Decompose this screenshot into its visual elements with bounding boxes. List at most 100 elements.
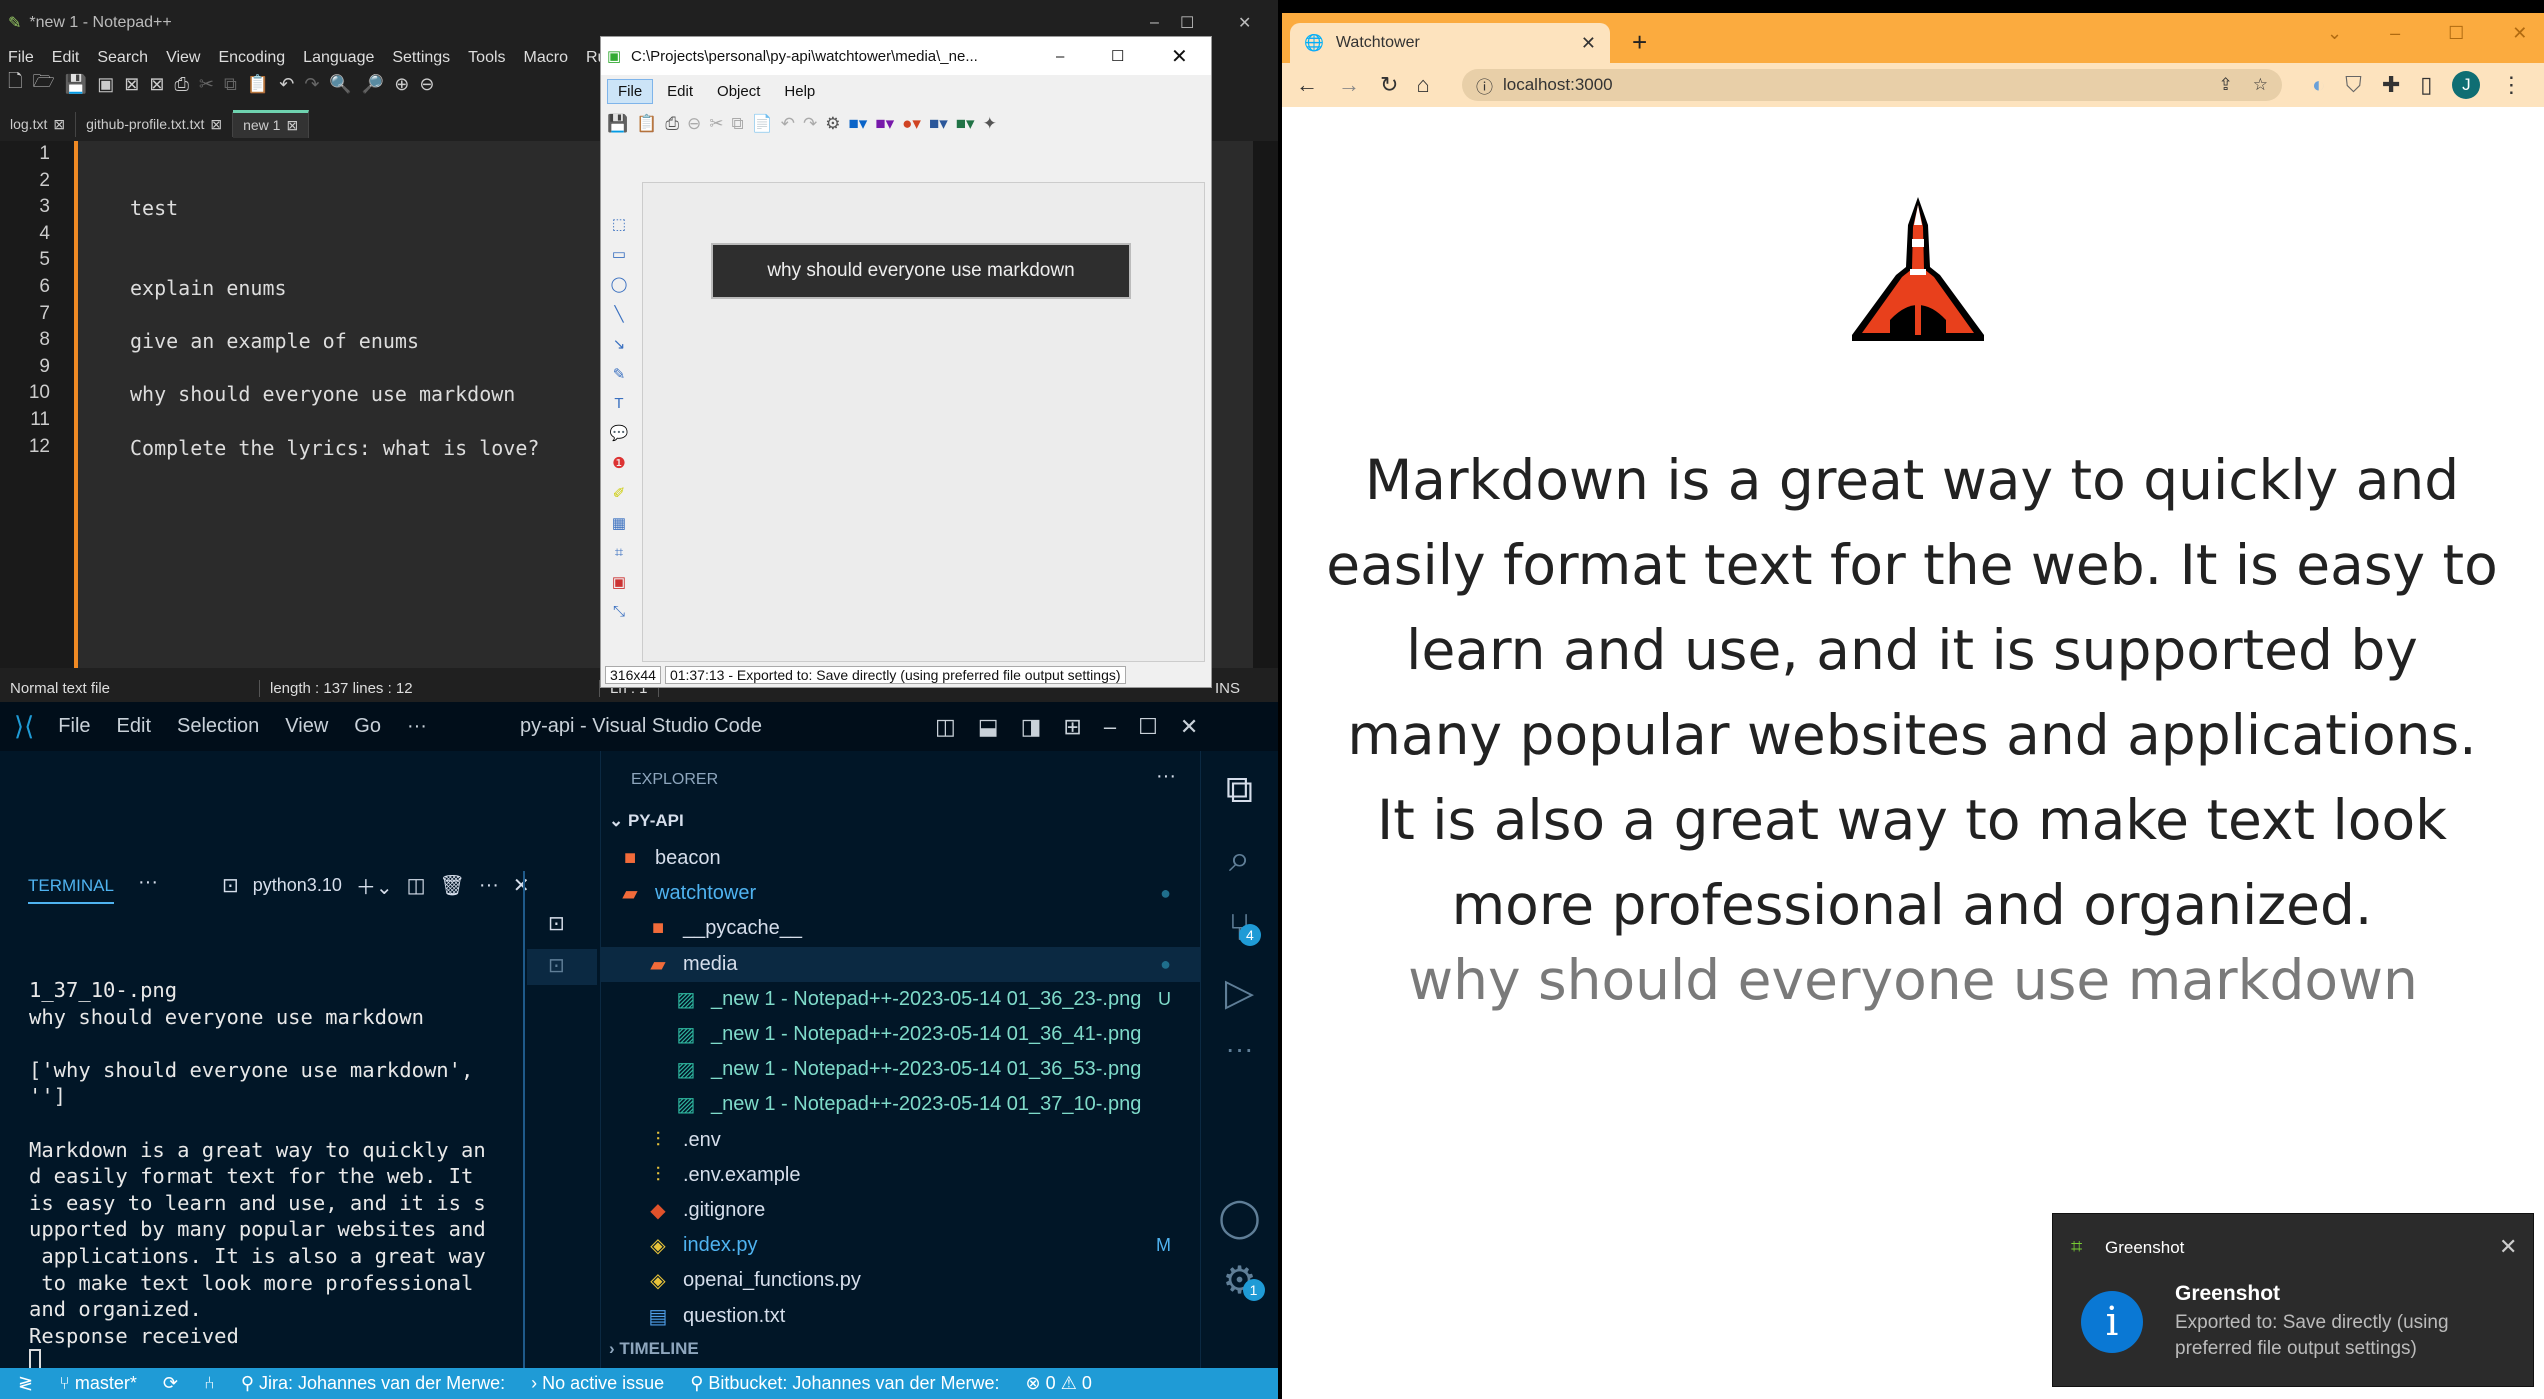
close-button[interactable]: ✕	[1238, 13, 1251, 33]
close-button[interactable]: ✕	[2512, 23, 2527, 44]
minimize-button[interactable]: –	[1104, 714, 1116, 740]
freehand-tool-icon[interactable]: ✎	[613, 365, 626, 383]
print-icon[interactable]: ⎙	[174, 74, 188, 95]
find-icon[interactable]: 🔍	[329, 74, 351, 95]
cut-icon[interactable]: ✂	[199, 74, 214, 95]
tree-item[interactable]: ▨ _new 1 - Notepad++-2023-05-14 01_36_41-…	[601, 1017, 1201, 1052]
reload-icon[interactable]: ↻	[1380, 72, 1398, 98]
paste-icon[interactable]: 📄	[752, 114, 773, 134]
print-icon[interactable]: ⎙	[665, 114, 679, 134]
terminal-more-icon[interactable]: ···	[479, 874, 499, 897]
excel-icon[interactable]: ■▾	[956, 114, 975, 134]
address-bar[interactable]: ⓘ localhost:3000 ⇪ ☆	[1462, 69, 2282, 101]
home-icon[interactable]: ⌂	[1416, 72, 1429, 98]
shield-extension-icon[interactable]: ⛉	[2345, 72, 2362, 98]
tree-item[interactable]: ▨ _new 1 - Notepad++-2023-05-14 01_36_53-…	[601, 1052, 1201, 1087]
powerpoint-icon[interactable]: ●▾	[902, 114, 921, 134]
tree-item[interactable]: ⫶ .env.example	[601, 1158, 1201, 1193]
close-tab-icon[interactable]: ⊠	[53, 116, 65, 132]
problems-item[interactable]: ⊗ 0 ⚠ 0	[1026, 1373, 1092, 1394]
minimize-button[interactable]: –	[1150, 14, 1159, 32]
source-control-icon[interactable]: ⑂ 4	[1228, 907, 1261, 950]
arrow-tool-icon[interactable]: ↘	[613, 335, 626, 353]
menu-file[interactable]: File	[8, 49, 34, 67]
issue-item[interactable]: › No active issue	[531, 1373, 664, 1394]
tree-item[interactable]: ◈ openai_functions.py	[601, 1263, 1201, 1298]
terminal-instance-icon[interactable]: ⊡	[548, 911, 565, 936]
bookmark-star-icon[interactable]: ☆	[2253, 75, 2268, 95]
undo-icon[interactable]: ↶	[781, 114, 795, 134]
menu-edit[interactable]: Edit	[52, 49, 80, 67]
explorer-icon[interactable]: ⧉	[1226, 769, 1253, 812]
highlight-tool-icon[interactable]: ✐	[613, 484, 626, 502]
timeline-section[interactable]: › TIMELINE	[609, 1339, 699, 1359]
menu-search[interactable]: Search	[97, 49, 148, 67]
redo-icon[interactable]: ↷	[304, 74, 319, 95]
close-button[interactable]: ✕	[1180, 714, 1198, 740]
jira-item[interactable]: ⚲ Jira: Johannes van der Merwe:	[241, 1373, 505, 1394]
extension-icon[interactable]: ◐	[2312, 72, 2325, 98]
tree-item[interactable]: ▤ question.txt	[601, 1299, 1201, 1334]
back-icon[interactable]: ←	[1296, 72, 1318, 98]
replace-icon[interactable]: 🔎	[362, 74, 384, 95]
search-icon[interactable]: ⌕	[1229, 838, 1250, 881]
menu-encoding[interactable]: Encoding	[218, 49, 285, 67]
ellipse-tool-icon[interactable]: ◯	[611, 275, 628, 293]
bitbucket-item[interactable]: ⚲ Bitbucket: Johannes van der Merwe:	[690, 1373, 999, 1394]
captured-image[interactable]: why should everyone use markdown	[711, 243, 1131, 299]
tree-item[interactable]: ⫶ .env	[601, 1123, 1201, 1158]
menu-item[interactable]: View	[285, 715, 328, 738]
close-tab-icon[interactable]: ⊠	[286, 117, 298, 133]
toggle-panel-icon[interactable]: ⬓	[978, 714, 999, 740]
explorer-more-icon[interactable]: ···	[1156, 765, 1176, 788]
share-icon[interactable]: ⇪	[2219, 75, 2233, 95]
minimize-button[interactable]: –	[1056, 48, 1064, 65]
toggle-sidebar-icon[interactable]: ◫	[935, 714, 956, 740]
zoom-in-icon[interactable]: ⊕	[394, 74, 409, 95]
close-tab-icon[interactable]: ⊠	[210, 116, 222, 132]
menu-settings[interactable]: Settings	[392, 49, 450, 67]
git-graph-icon[interactable]: ⑃	[204, 1373, 215, 1394]
onenote-icon[interactable]: ■▾	[875, 114, 894, 134]
menu-edit[interactable]: Edit	[657, 80, 703, 103]
paste-icon[interactable]: 📋	[247, 74, 269, 95]
crop-tool-icon[interactable]: ⌗	[615, 544, 623, 561]
delete-icon[interactable]: ⊖	[687, 114, 701, 134]
menu-item[interactable]: File	[58, 715, 90, 738]
outlook-icon[interactable]: ■▾	[849, 114, 868, 134]
run-debug-icon[interactable]: ▷	[1225, 970, 1254, 1015]
tab-terminal[interactable]: TERMINAL	[28, 876, 114, 904]
menu-macro[interactable]: Macro	[524, 49, 568, 67]
toggle-secondary-sidebar-icon[interactable]: ◨	[1021, 714, 1042, 740]
terminal-instance-icon[interactable]: ⊡	[527, 949, 597, 985]
folder-root[interactable]: ⌄ PY-API	[609, 811, 684, 831]
puzzle-icon[interactable]: ✚	[2382, 72, 2400, 98]
close-all-icon[interactable]: ⊠	[149, 74, 164, 95]
menu-view[interactable]: View	[166, 49, 200, 67]
cut-icon[interactable]: ✂	[709, 114, 723, 134]
accounts-icon[interactable]: ◯	[1218, 1195, 1261, 1240]
tab-file[interactable]: log.txt ⊠	[0, 111, 77, 137]
menu-language[interactable]: Language	[303, 49, 374, 67]
panel-more-icon[interactable]: ···	[138, 871, 158, 894]
menu-item[interactable]: Selection	[177, 715, 259, 738]
new-tab-button[interactable]: +	[1632, 27, 1647, 58]
clipboard-icon[interactable]: 📋	[636, 114, 657, 134]
kill-terminal-icon[interactable]: 🗑	[440, 873, 465, 898]
close-panel-icon[interactable]: ✕	[513, 873, 530, 898]
cursor-tool-icon[interactable]: ⬚	[612, 215, 626, 233]
word-icon[interactable]: ■▾	[929, 114, 948, 134]
customize-layout-icon[interactable]: ⊞	[1063, 714, 1081, 740]
image-tool-icon[interactable]: ▣	[612, 573, 626, 591]
menu-item[interactable]: Edit	[117, 715, 151, 738]
maximize-button[interactable]: ☐	[2448, 23, 2464, 44]
split-terminal-icon[interactable]: ◫	[407, 873, 426, 898]
manage-gear-icon[interactable]: ⚙ 1	[1222, 1258, 1265, 1303]
settings-icon[interactable]: ⚙	[825, 114, 840, 134]
menu-kebab-icon[interactable]: ⋮	[2500, 72, 2522, 98]
new-file-icon[interactable]: 🗋	[8, 69, 22, 99]
maximize-button[interactable]: ☐	[1138, 714, 1158, 740]
close-file-icon[interactable]: ⊠	[124, 74, 139, 95]
minimize-button[interactable]: –	[2390, 23, 2400, 44]
rectangle-tool-icon[interactable]: ▭	[612, 245, 626, 263]
